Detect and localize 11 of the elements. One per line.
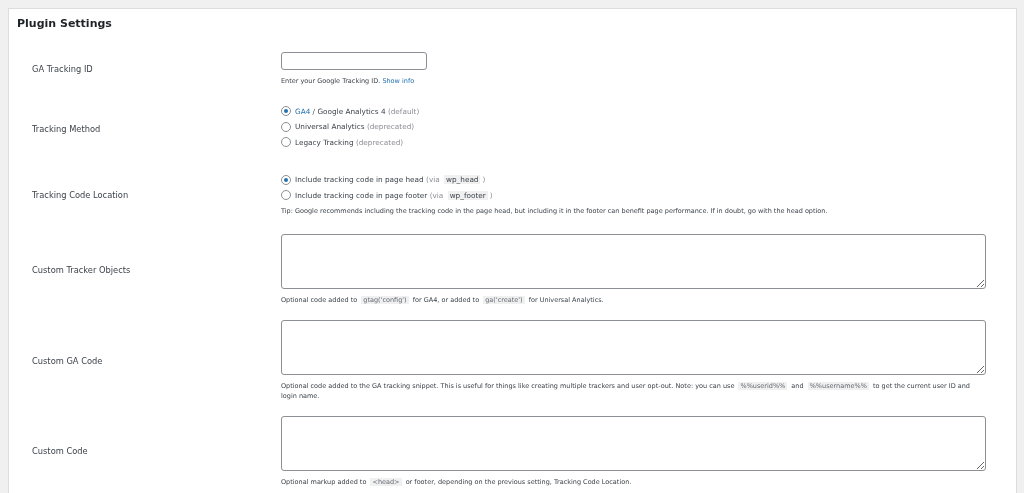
code-textarea[interactable] (281, 234, 986, 290)
field-label: Custom Tracker Objects (31, 265, 132, 276)
panel-title: Plugin Settings (17, 17, 113, 30)
field-label: Custom Code (31, 446, 89, 457)
code-textarea[interactable] (281, 319, 986, 375)
field-label: Tracking Method (31, 124, 102, 135)
tracking-id-field[interactable] (281, 51, 427, 70)
code-textarea[interactable] (281, 415, 986, 471)
field-label: Tracking Code Location (31, 190, 130, 201)
field-label: GA Tracking ID (31, 64, 94, 74)
field-label: Custom GA Code (31, 355, 104, 366)
